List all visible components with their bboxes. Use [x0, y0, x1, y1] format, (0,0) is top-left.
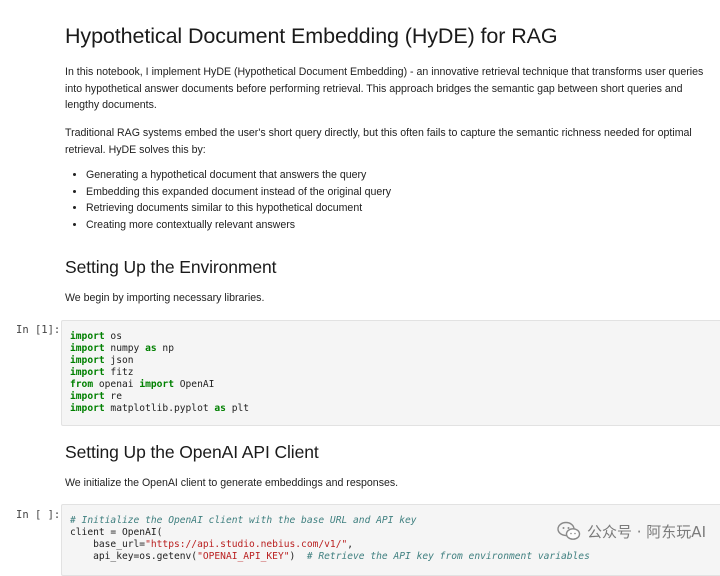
code-text: re [104, 391, 122, 402]
code-keyword: import [70, 403, 105, 414]
code-keyword: as [214, 403, 226, 414]
code-text: client = OpenAI( [70, 527, 163, 538]
code-line: import matplotlib.pyplot as plt [70, 403, 249, 414]
intro-paragraph-1: In this notebook, I implement HyDE (Hypo… [65, 66, 704, 112]
code-keyword: from [70, 379, 94, 390]
code-comment: # Initialize the OpenAI client with the … [70, 515, 417, 526]
list-item: Creating more contextually relevant answ… [86, 217, 720, 234]
code-keyword: as [145, 343, 157, 354]
code-keyword: import [70, 343, 105, 354]
code-keyword: import [70, 355, 105, 366]
notebook-title: Hypothetical Document Embedding (HyDE) f… [65, 24, 558, 48]
code-text: plt [225, 403, 250, 414]
section-heading-openai-client: Setting Up the OpenAI API Client [65, 442, 319, 462]
code-line: api_key=os.getenv("OPENAI_API_KEY") # Re… [70, 551, 590, 562]
code-text: fitz [104, 367, 134, 378]
list-item: Embedding this expanded document instead… [86, 184, 720, 201]
code-text: os [104, 331, 122, 342]
code-line: # Initialize the OpenAI client with the … [70, 515, 417, 526]
cell-prompt: In [ ]: [16, 509, 61, 521]
code-keyword: import [70, 331, 105, 342]
code-line: import re [70, 391, 122, 402]
hyde-steps-list: Generating a hypothetical document that … [65, 167, 720, 233]
code-line: import fitz [70, 367, 134, 378]
code-editor[interactable]: import os import numpy as np import json… [62, 321, 720, 425]
code-string: "OPENAI_API_KEY" [197, 551, 290, 562]
code-text: base_url= [70, 539, 146, 550]
code-text: np [156, 343, 174, 354]
code-line: import os [70, 331, 122, 342]
code-text: ) [289, 551, 307, 562]
section-heading-environment: Setting Up the Environment [65, 257, 277, 277]
code-keyword: import [139, 379, 174, 390]
code-text: json [104, 355, 134, 366]
code-line: base_url="https://api.studio.nebius.com/… [70, 539, 353, 550]
code-text: , [347, 539, 354, 550]
code-keyword: import [70, 391, 105, 402]
cell-prompt: In [1]: [16, 324, 61, 336]
code-keyword: import [70, 367, 105, 378]
list-item: Generating a hypothetical document that … [86, 167, 720, 184]
section-text-openai-client: We initialize the OpenAI client to gener… [65, 477, 399, 489]
intro-paragraph-2: Traditional RAG systems embed the user's… [65, 127, 692, 156]
watermark: 公众号 · 阿东玩AI [557, 520, 706, 542]
code-comment: # Retrieve the API key from environment … [306, 551, 590, 562]
code-text: numpy [104, 343, 146, 354]
list-item: Retrieving documents similar to this hyp… [86, 200, 720, 217]
code-text: matplotlib.pyplot [104, 403, 215, 414]
code-text: OpenAI [173, 379, 215, 390]
code-text: api_key=os.getenv( [70, 551, 198, 562]
wechat-icon [557, 521, 581, 540]
watermark-text: 公众号 · 阿东玩AI [587, 522, 706, 541]
code-line: import json [70, 355, 134, 366]
code-line: from openai import OpenAI [70, 379, 214, 390]
section-text-environment: We begin by importing necessary librarie… [65, 292, 265, 304]
code-line: client = OpenAI( [70, 527, 162, 538]
code-text: openai [93, 379, 140, 390]
code-string: "https://api.studio.nebius.com/v1/" [145, 539, 348, 550]
code-cell-imports[interactable]: import os import numpy as np import json… [61, 320, 720, 426]
code-line: import numpy as np [70, 343, 174, 354]
